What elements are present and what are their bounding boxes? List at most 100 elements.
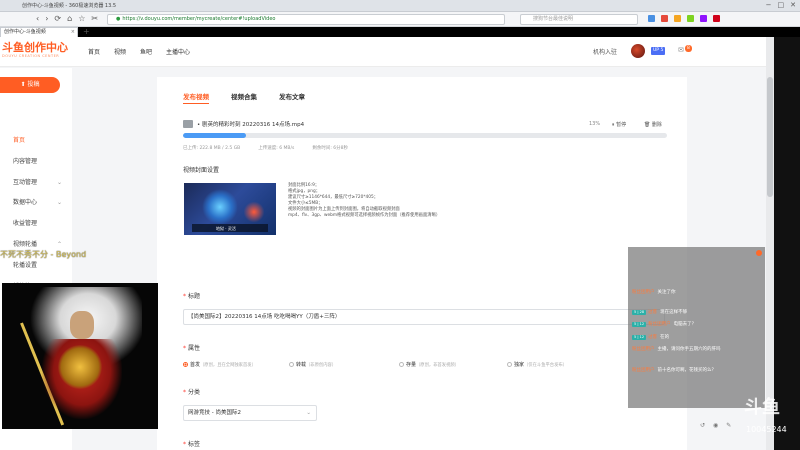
window-title: 创作中心-斗鱼视频 - 360极速浏览器 13.5 (22, 3, 117, 9)
radio-dot (183, 362, 188, 367)
video-file-icon (183, 120, 193, 128)
chat-user: 粉丝团用户 (632, 368, 655, 373)
sidebar-item[interactable]: 互动管理 ⌄ (0, 174, 72, 192)
fan-badge: 5 | 28 (632, 310, 647, 315)
close-window-icon[interactable]: ✕ (790, 1, 796, 9)
sidebar-item[interactable]: 收益管理 (0, 215, 72, 233)
window-titlebar: 创作中心-斗鱼视频 - 360极速浏览器 13.5 − □ ✕ (0, 0, 800, 12)
org-join-link[interactable]: 机构入驻 (593, 47, 617, 56)
attribute-radio[interactable]: 转载（非原创内容） (289, 361, 336, 368)
scrollbar-thumb[interactable] (767, 77, 773, 197)
chat-message: 5 | 12 粉丝团用户 电脑去了？ (632, 321, 696, 327)
cut-icon[interactable]: ✂ (91, 14, 98, 23)
address-bar[interactable]: ● https://v.douyu.com/member/mycreate/cen… (107, 14, 505, 25)
minimize-icon[interactable]: − (766, 1, 772, 9)
radio-label: 转载 (296, 362, 307, 368)
tab-close-icon[interactable]: × (71, 28, 75, 37)
sidebar-item-label: 数据中心 (13, 199, 38, 207)
nav-video[interactable]: 视频 (114, 47, 126, 56)
message-icon[interactable]: ✉ (678, 46, 684, 54)
upload-percent: 13% (589, 121, 601, 127)
service-icon[interactable]: ◉ (713, 422, 718, 429)
page-scrollbar[interactable] (766, 37, 774, 450)
attribute-radio-group: 首发（原创，且在全网独家首发） 转载（非原创内容） 存量（原创，非首发视频） 独家（仅… (183, 361, 663, 371)
delete-button[interactable]: 🗑 删除 (644, 121, 662, 128)
sidebar-item-label: 互动管理 (13, 178, 38, 186)
attribute-radio[interactable]: 独家（仅在斗鱼平台发布） (507, 361, 567, 368)
sidebar-item-label: 首页 (13, 137, 26, 144)
sidebar-item[interactable]: 首页 (0, 132, 72, 150)
extension-icon[interactable] (713, 15, 720, 22)
stream-right-edge (774, 37, 800, 450)
nav-anchor-center[interactable]: 主播中心 (166, 47, 190, 56)
extension-icon[interactable] (674, 15, 681, 22)
sidebar-item[interactable]: 数据中心 ⌄ (0, 194, 72, 212)
home-icon[interactable]: ⌂ (67, 14, 72, 23)
chevron-icon: ⌄ (56, 178, 62, 186)
upload-progress-fill (183, 133, 246, 138)
site-header: 斗鱼创作中心 DOUYU CREATION CENTER 首页 视频 鱼吧 主播… (0, 37, 766, 67)
close-icon[interactable] (756, 250, 762, 256)
avatar[interactable] (631, 44, 645, 58)
favorite-icon[interactable]: ☆ (78, 14, 85, 23)
chat-message: 5 | 28 过客 现在这样不够 (632, 309, 687, 315)
category-select[interactable]: 网游竞技 - 尚美国际2 ⌄ (183, 405, 317, 421)
browser-tab[interactable]: 创作中心-斗鱼视频 × (0, 27, 78, 37)
extension-icon[interactable] (661, 15, 668, 22)
search-input[interactable]: 搜狗节台最佳说明 (520, 14, 638, 25)
upload-tabs: 发布视频 视频合集 发布文章 (183, 91, 305, 104)
upload-label: 投稿 (27, 81, 40, 88)
streamer-name: 不死不秀不分 - Beyond (0, 250, 87, 259)
tab-publish-video[interactable]: 发布视频 (183, 91, 209, 104)
attribute-radio[interactable]: 首发（原创，且在全网独家首发） (183, 361, 256, 368)
extension-icon[interactable] (687, 15, 694, 22)
back-icon[interactable]: ‹ (36, 14, 39, 23)
chat-text: 现在这样不够 (660, 310, 688, 315)
chat-user: 过客 (648, 335, 658, 340)
nav-home[interactable]: 首页 (88, 47, 100, 56)
cover-thumbnail[interactable]: 地狱 · 灵活 (184, 183, 276, 235)
upload-speed: 上传速度: 6 MB/s (258, 146, 295, 151)
new-tab-icon[interactable]: + (83, 27, 90, 36)
chat-text: 关注了你 (657, 290, 676, 295)
refresh-icon[interactable]: ⟳ (54, 14, 61, 23)
category-label-text: 分类 (188, 389, 201, 396)
gold-shape (58, 345, 102, 389)
tag-label: * 标签 (183, 439, 200, 448)
tab-label: 创作中心-斗鱼视频 (4, 29, 46, 35)
chat-user: 过客 (648, 310, 658, 315)
nav-buttons: ‹ › ⟳ ⌂ ☆ ✂ (36, 14, 98, 23)
extension-icon[interactable] (648, 15, 655, 22)
upload-button[interactable]: ⬆ 投稿 (0, 77, 60, 93)
chat-text: 前十名你可啊，花钱买的么？ (657, 368, 717, 373)
pause-button[interactable]: ⏸ 暂停 (612, 121, 626, 128)
tag-label-text: 标签 (188, 441, 201, 448)
forward-icon[interactable]: › (45, 14, 48, 23)
site-logo[interactable]: 斗鱼创作中心 DOUYU CREATION CENTER (2, 42, 74, 62)
page-footer-tools: ↺ ◉ ✎ (700, 422, 731, 429)
chat-user: 粉丝团用户 (632, 290, 655, 295)
tab-publish-article[interactable]: 发布文章 (279, 91, 305, 104)
radio-dot (507, 362, 512, 367)
radio-hint: （仅在斗鱼平台发布） (524, 363, 567, 368)
extension-icons (648, 15, 720, 22)
edit-icon[interactable]: ✎ (726, 422, 731, 429)
sidebar-item[interactable]: 内容管理 (0, 153, 72, 171)
extension-icon[interactable] (700, 15, 707, 22)
sidebar-item-label: 视频轮播 (13, 241, 38, 248)
chat-message: 粉丝团用户 关注了你 (632, 289, 676, 295)
feedback-icon[interactable]: ↺ (700, 422, 705, 429)
maximize-icon[interactable]: □ (778, 1, 785, 9)
chat-message: 5 | 12 过客 在的 (632, 334, 669, 340)
nav-yuba[interactable]: 鱼吧 (140, 47, 152, 56)
title-input[interactable]: 【尚美国际2】20220316 14点场 吃吃喝喝YY（刀盾+三阵） (183, 309, 665, 325)
tab-video-collection[interactable]: 视频合集 (231, 91, 257, 104)
time-remaining: 剩余时间: 6分8秒 (312, 146, 349, 151)
upload-panel: 发布视频 视频合集 发布文章 • 剧英的精彩时刻 20220316 14点场.m… (157, 77, 687, 450)
attribute-label: * 属性 (183, 343, 200, 352)
chevron-icon: ⌄ (56, 199, 62, 207)
file-name: • 剧英的精彩时刻 20220316 14点场.mp4 (197, 122, 305, 128)
attribute-radio[interactable]: 存量（原创，非首发视频） (399, 361, 459, 368)
notice-count-badge: 8 (685, 45, 692, 52)
cover-rules: 封面比例16:9； 格式jpg，png； 建议尺寸≥1146*644，最低尺寸≥72… (288, 183, 488, 219)
